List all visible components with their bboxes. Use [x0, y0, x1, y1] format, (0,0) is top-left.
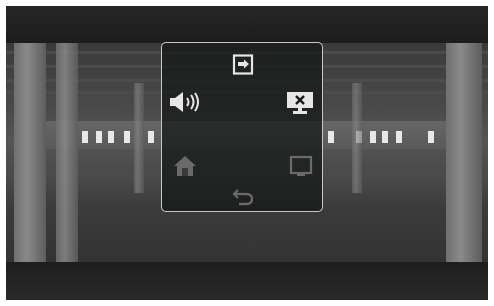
letterbox-bottom — [6, 262, 488, 300]
tv-screen — [6, 6, 488, 300]
speaker-volume-icon[interactable] — [168, 90, 202, 114]
back-icon[interactable] — [231, 186, 255, 208]
screen-off-icon[interactable] — [285, 90, 315, 116]
quick-menu-panel — [161, 42, 323, 212]
input-source-icon[interactable] — [231, 53, 255, 77]
letterbox-top — [6, 6, 488, 43]
home-icon[interactable] — [172, 153, 198, 179]
picture-icon[interactable] — [288, 153, 314, 179]
